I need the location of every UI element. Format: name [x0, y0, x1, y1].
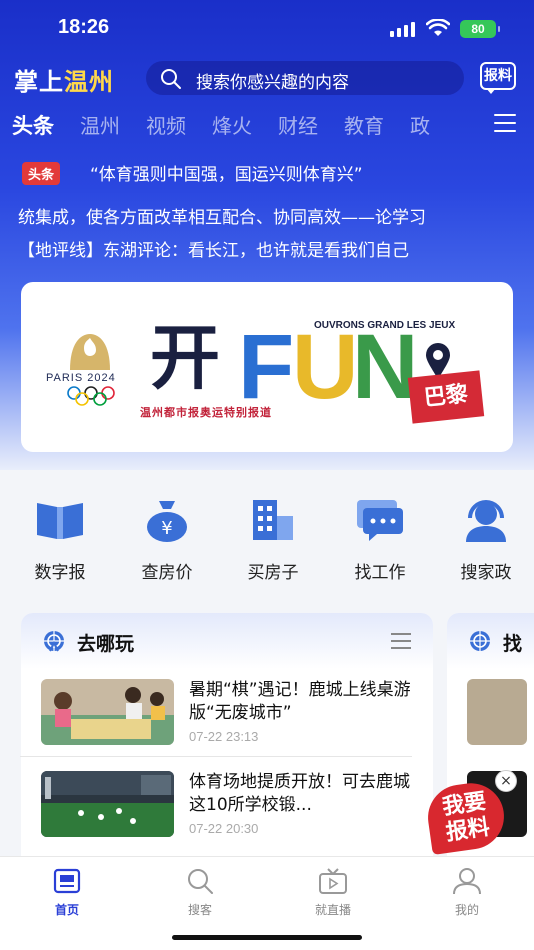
close-icon[interactable]: ×: [495, 770, 517, 792]
news-title: 体育场地提质开放！可去鹿城这10所学校锻...: [189, 772, 410, 815]
quick-link-house-price[interactable]: ¥ 查房价: [122, 496, 212, 583]
headline-3[interactable]: 【地评线】东湖评论：看长江，也许就是看我们自己: [18, 236, 516, 266]
money-bag-icon: ¥: [122, 496, 212, 544]
logo-text-1: 掌上: [14, 68, 64, 96]
status-bar: 18:26 80: [0, 0, 534, 56]
status-time: 18:26: [58, 16, 110, 38]
chat-bubbles-icon: [335, 496, 425, 544]
tab-headlines[interactable]: 头条: [12, 110, 54, 142]
headline-tag: 头条: [22, 162, 61, 185]
tab-fenghuo[interactable]: 烽火: [212, 110, 252, 142]
speech-tail-icon: [486, 88, 496, 94]
banner-ouvrons: OUVRONS GRAND LES JEUX: [314, 320, 456, 331]
news-title: 暑期“棋”遇记！鹿城上线桌游版“无废城市”: [189, 680, 411, 723]
search-icon: [160, 865, 240, 897]
headline-2[interactable]: 统集成，使各方面改革相互配合、协同高效——论学习: [18, 203, 516, 233]
nav-label: 我的: [454, 903, 479, 917]
quick-link-label: 数字报: [34, 563, 86, 583]
tab-menu-icon[interactable]: [494, 114, 516, 138]
float-report-label: 我要 报料: [423, 779, 509, 855]
nav-label: 首页: [54, 903, 79, 917]
nav-label: 搜客: [187, 903, 212, 917]
report-label: 报料: [480, 62, 516, 90]
tab-video[interactable]: 视频: [146, 110, 186, 142]
user-icon: [427, 865, 507, 897]
card-header: 去哪玩: [21, 613, 433, 669]
quick-link-housekeeping[interactable]: 搜家政: [441, 496, 531, 583]
newspaper-book-icon: [15, 496, 105, 544]
quick-link-digital-paper[interactable]: 数字报: [15, 496, 105, 583]
news-thumbnail: [41, 679, 174, 745]
nav-search[interactable]: 搜客: [160, 865, 240, 918]
ferris-wheel-icon: [41, 629, 67, 659]
banner-paris-label: 巴黎: [407, 370, 485, 424]
quick-link-label: 搜家政: [460, 563, 512, 583]
wifi-icon: [425, 18, 451, 41]
nav-label: 就直播: [314, 903, 351, 917]
news-time: 07-22 20:30: [189, 821, 259, 836]
news-item[interactable]: 暑期“棋”遇记！鹿城上线桌游版“无废城市” 07-22 23:13: [41, 679, 413, 763]
banner-fun-n: N: [352, 316, 419, 418]
tab-education[interactable]: 教育: [344, 110, 384, 142]
channel-tabs: 头条 温州 视频 烽火 财经 教育 政: [12, 110, 456, 142]
tab-finance[interactable]: 财经: [278, 110, 318, 142]
search-placeholder: 搜索你感兴趣的内容: [196, 73, 349, 93]
float-report-button[interactable]: 我要 报料: [423, 778, 509, 855]
card-title: 去哪玩: [77, 633, 135, 655]
nav-live[interactable]: 就直播: [293, 865, 373, 918]
list-divider: [20, 756, 412, 757]
banner-fun-f: F: [238, 316, 295, 418]
headline-1[interactable]: “体育强则中国强，国运兴则体育兴”: [90, 160, 363, 185]
quick-link-find-job[interactable]: 找工作: [335, 496, 425, 583]
tv-play-icon: [293, 865, 373, 897]
search-icon: [160, 68, 182, 94]
nav-me[interactable]: 我的: [427, 865, 507, 918]
cellular-signal-icon: [390, 22, 415, 37]
quick-link-label: 查房价: [141, 563, 193, 583]
battery-icon: 80: [460, 20, 500, 38]
banner-subtitle: 温州都市报奥运特别报道: [140, 406, 272, 419]
news-time: 07-22 23:13: [189, 729, 259, 744]
nav-home[interactable]: 首页: [27, 865, 107, 918]
banner-kai: 开: [150, 317, 220, 399]
paris-2024-text: PARIS 2024: [46, 372, 116, 384]
logo-text-2: 温州: [64, 68, 114, 96]
card-where-to-go: 去哪玩 暑期“棋”遇记！鹿城上线桌游版“无废城市” 07-22 23:13 体育…: [21, 613, 433, 873]
home-indicator: [172, 935, 362, 940]
ferris-wheel-icon: [467, 629, 493, 659]
svg-text:¥: ¥: [161, 518, 172, 539]
news-thumbnail: [467, 679, 527, 745]
headset-person-icon: [441, 496, 531, 544]
news-thumbnail: [41, 771, 174, 837]
card-header: 找: [447, 613, 534, 669]
app-logo: 掌上温州: [14, 62, 114, 97]
news-item[interactable]: 体育场地提质开放！可去鹿城这10所学校锻... 07-22 20:30: [41, 771, 413, 855]
quick-link-buy-house[interactable]: 买房子: [228, 496, 318, 583]
card-title: 找: [503, 633, 523, 655]
report-button[interactable]: 报料: [478, 58, 518, 96]
building-icon: [228, 496, 318, 544]
banner-fun-u: U: [292, 316, 359, 418]
card-menu-icon[interactable]: [391, 633, 411, 654]
quick-links: 数字报 ¥ 查房价 买房子 找工作 搜家政: [0, 496, 534, 586]
paris-olympics-emblem-icon: [70, 334, 110, 370]
home-newspaper-icon: [27, 865, 107, 897]
search-input[interactable]: 搜索你感兴趣的内容: [146, 61, 464, 95]
olympic-rings-icon: [67, 386, 115, 406]
tab-wenzhou[interactable]: 温州: [80, 110, 120, 142]
quick-link-label: 买房子: [247, 563, 299, 583]
tab-politics[interactable]: 政: [410, 110, 430, 142]
quick-link-label: 找工作: [354, 563, 406, 583]
